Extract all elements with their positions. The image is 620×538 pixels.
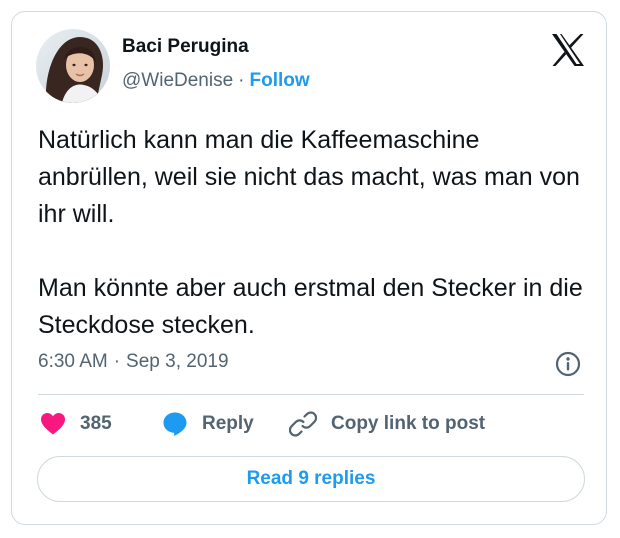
read-replies-button[interactable]: Read 9 replies bbox=[37, 456, 585, 502]
copy-link-label: Copy link to post bbox=[331, 413, 486, 434]
tweet-time: 6:30 AM bbox=[38, 351, 108, 372]
heart-icon bbox=[40, 412, 80, 436]
tweet-date: Sep 3, 2019 bbox=[126, 351, 229, 372]
author-handle-row: @WieDenise · Follow bbox=[122, 70, 310, 92]
follow-button[interactable]: Follow bbox=[249, 70, 309, 91]
info-icon[interactable] bbox=[555, 351, 581, 377]
divider bbox=[38, 394, 584, 395]
tweet-text: Natürlich kann man die Kaffeemaschine an… bbox=[38, 122, 588, 344]
author-name[interactable]: Baci Perugina bbox=[122, 36, 249, 58]
timestamp-separator: · bbox=[113, 351, 121, 372]
like-count: 385 bbox=[80, 413, 112, 434]
avatar[interactable] bbox=[36, 29, 110, 103]
handle-separator: · bbox=[238, 70, 245, 91]
author-handle[interactable]: @WieDenise bbox=[122, 70, 233, 91]
speech-bubble-icon bbox=[162, 411, 202, 437]
link-icon bbox=[289, 410, 331, 438]
tweet-card: Baci Perugina @WieDenise · Follow Natürlic… bbox=[11, 11, 607, 525]
tweet-paragraph: Natürlich kann man die Kaffeemaschine an… bbox=[38, 126, 580, 228]
reply-button[interactable]: Reply bbox=[162, 411, 254, 437]
copy-link-button[interactable]: Copy link to post bbox=[289, 411, 485, 437]
tweet-timestamp[interactable]: 6:30 AM · Sep 3, 2019 bbox=[38, 351, 229, 373]
reply-label: Reply bbox=[202, 413, 254, 434]
x-logo-icon[interactable] bbox=[550, 33, 586, 67]
like-button[interactable]: 385 bbox=[40, 411, 112, 437]
tweet-paragraph: Man könnte aber auch erstmal den Stecker… bbox=[38, 274, 583, 339]
